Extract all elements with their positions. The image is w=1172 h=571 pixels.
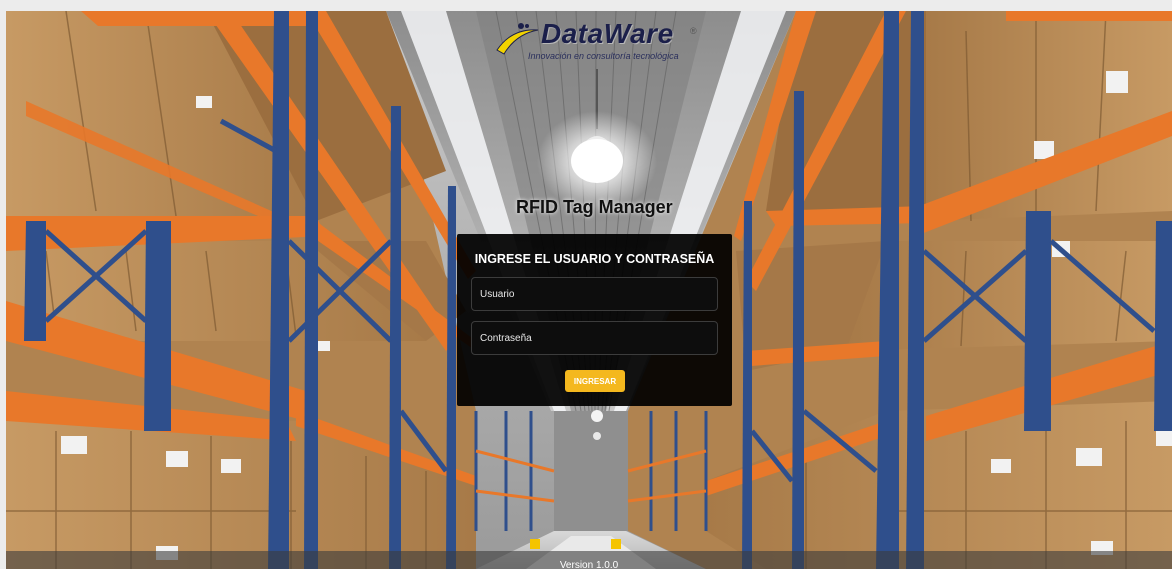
username-input[interactable]	[471, 277, 718, 311]
password-input[interactable]	[471, 321, 718, 355]
dataware-logo: DataWare ® Innovación en consultoría tec…	[494, 18, 724, 64]
registered-mark: ®	[690, 26, 697, 36]
version-label: Version 1.0.0	[559, 560, 619, 571]
login-button[interactable]: INGRESAR	[565, 370, 625, 392]
window-top-border	[0, 0, 1172, 11]
footer-bar: Version 1.0.0	[6, 551, 1172, 571]
login-panel: INGRESE EL USUARIO Y CONTRASEÑA INGRESAR	[457, 234, 732, 406]
brand-name: DataWare	[541, 18, 674, 49]
login-heading: INGRESE EL USUARIO Y CONTRASEÑA	[474, 252, 715, 266]
brand-tagline: Innovación en consultoría tecnológica	[528, 51, 679, 61]
app-title: RFID Tag Manager	[516, 197, 673, 217]
